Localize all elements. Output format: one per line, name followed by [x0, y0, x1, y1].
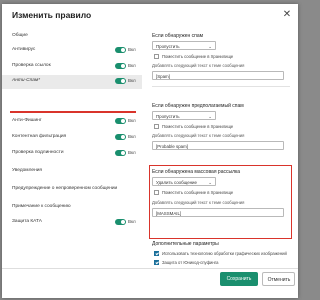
cancel-button[interactable]: Отменить [262, 272, 295, 286]
content-filtering-toggle[interactable] [115, 134, 126, 140]
sidebar-item-label: Общие [12, 33, 28, 38]
anti-spam-toggle[interactable] [115, 78, 126, 84]
section-divider [152, 86, 290, 87]
select-value: Пропустить [156, 43, 180, 49]
edit-rule-dialog: Изменить правило ✕ Общие Антивирус Вкл П… [2, 4, 298, 298]
spam-backup-checkbox[interactable] [154, 54, 159, 59]
toggle-state-label: Вкл [128, 134, 136, 139]
sidebar-item-link-check[interactable]: Проверка ссылок Вкл [2, 60, 142, 74]
toggle-state-label: Вкл [128, 47, 136, 52]
chevron-down-icon: ⌄ [208, 179, 212, 185]
checkbox-label: Поместить сообщение в Хранилище [162, 124, 234, 129]
highlight-underline [10, 111, 136, 113]
select-value: Удалить сообщение [156, 179, 197, 185]
sidebar-item-notifications[interactable]: Уведомления [2, 165, 142, 179]
sidebar-item-unscanned-warning[interactable]: Предупреждение о непроверенном сообщении [2, 183, 142, 197]
probable-spam-section-title: Если обнаружен предполагаемый спам [152, 103, 244, 109]
additional-section-title: Дополнительные параметры [152, 241, 219, 247]
toggle-state-label: Вкл [128, 118, 136, 123]
input-value: [Probable spam] [156, 143, 188, 149]
sidebar-item-kata-protection[interactable]: Защита КАТА Вкл [2, 216, 142, 230]
input-value: [MASSMAIL] [156, 210, 182, 216]
spam-action-select[interactable]: Пропустить ⌄ [152, 41, 216, 50]
input-value: [Spam] [156, 73, 170, 79]
image-processing-checkbox[interactable] [154, 251, 159, 256]
toggle-state-label: Вкл [128, 78, 136, 83]
chevron-down-icon: ⌄ [208, 113, 212, 119]
sidebar-item-general[interactable]: Общие [2, 30, 142, 44]
checkbox-label: Поместить сообщение в Хранилище [162, 190, 234, 195]
close-icon[interactable]: ✕ [282, 9, 292, 21]
probable-spam-backup-checkbox[interactable] [154, 124, 159, 129]
subject-prefix-hint: Добавлять следующий текст к теме сообщен… [152, 200, 245, 205]
mass-mailing-section-title: Если обнаружена массовая рассылка [152, 169, 241, 175]
subject-prefix-hint: Добавлять следующий текст к теме сообщен… [152, 133, 245, 138]
probable-spam-action-select[interactable]: Пропустить ⌄ [152, 111, 216, 120]
sidebar-item-label: Примечание к сообщению [12, 204, 71, 209]
sidebar-item-message-note[interactable]: Примечание к сообщению [2, 201, 142, 215]
unicode-spoofing-checkbox[interactable] [154, 260, 159, 265]
link-check-toggle[interactable] [115, 63, 126, 69]
checkbox-label: Использовать технологию обработки графич… [162, 251, 287, 256]
toggle-state-label: Вкл [128, 63, 136, 68]
checkbox-label: Защита от Юникод-спуфинга [162, 260, 219, 265]
sidebar-item-content-filtering[interactable]: Контентная фильтрация Вкл [2, 131, 142, 145]
probable-spam-subject-input[interactable]: [Probable spam] [152, 141, 284, 150]
chevron-down-icon: ⌄ [208, 43, 212, 49]
antivirus-toggle[interactable] [115, 47, 126, 53]
sidebar-item-antivirus[interactable]: Антивирус Вкл [2, 44, 142, 58]
checkbox-label: Поместить сообщение в Хранилище [162, 54, 234, 59]
settings-sidebar: Общие Антивирус Вкл Проверка ссылок Вкл … [2, 28, 142, 266]
save-button[interactable]: Сохранить [220, 272, 258, 286]
sidebar-item-label: Защита КАТА [12, 219, 42, 224]
toggle-state-label: Вкл [128, 150, 136, 155]
anti-phishing-toggle[interactable] [115, 118, 126, 124]
mass-mailing-backup-checkbox[interactable] [154, 190, 159, 195]
save-button-label: Сохранить [226, 276, 252, 283]
mass-mailing-action-select[interactable]: Удалить сообщение ⌄ [152, 177, 216, 186]
anti-spam-settings: Если обнаружен спам Пропустить ⌄ Поместит… [147, 28, 295, 266]
sidebar-item-label: Уведомления [12, 168, 42, 173]
footer-divider [2, 268, 298, 269]
dialog-title: Изменить правило [12, 10, 92, 20]
sidebar-item-anti-spam[interactable]: Анти-Спам* Вкл [2, 75, 142, 89]
cancel-button-label: Отменить [267, 277, 291, 283]
sidebar-item-label: Антивирус [12, 47, 36, 52]
sidebar-item-label: Предупреждение о непроверенном сообщении [12, 186, 118, 191]
sidebar-item-label: Анти-Спам* [12, 78, 41, 83]
subject-prefix-hint: Добавлять следующий текст к теме сообщен… [152, 63, 245, 68]
mass-mailing-subject-input[interactable]: [MASSMAIL] [152, 208, 284, 217]
sidebar-item-authentication[interactable]: Проверка подлинности Вкл [2, 147, 142, 161]
toggle-state-label: Вкл [128, 219, 136, 224]
authentication-toggle[interactable] [115, 150, 126, 156]
spam-subject-input[interactable]: [Spam] [152, 71, 284, 80]
sidebar-item-anti-phishing[interactable]: Анти-Фишинг Вкл [2, 115, 142, 129]
dialog-header: Изменить правило ✕ [2, 4, 298, 28]
kata-protection-toggle[interactable] [115, 219, 126, 225]
sidebar-item-label: Проверка подлинности [12, 150, 64, 155]
sidebar-item-label: Проверка ссылок [12, 63, 51, 68]
select-value: Пропустить [156, 113, 180, 119]
spam-section-title: Если обнаружен спам [152, 33, 204, 39]
sidebar-item-label: Анти-Фишинг [12, 118, 42, 123]
sidebar-item-label: Контентная фильтрация [12, 134, 67, 139]
